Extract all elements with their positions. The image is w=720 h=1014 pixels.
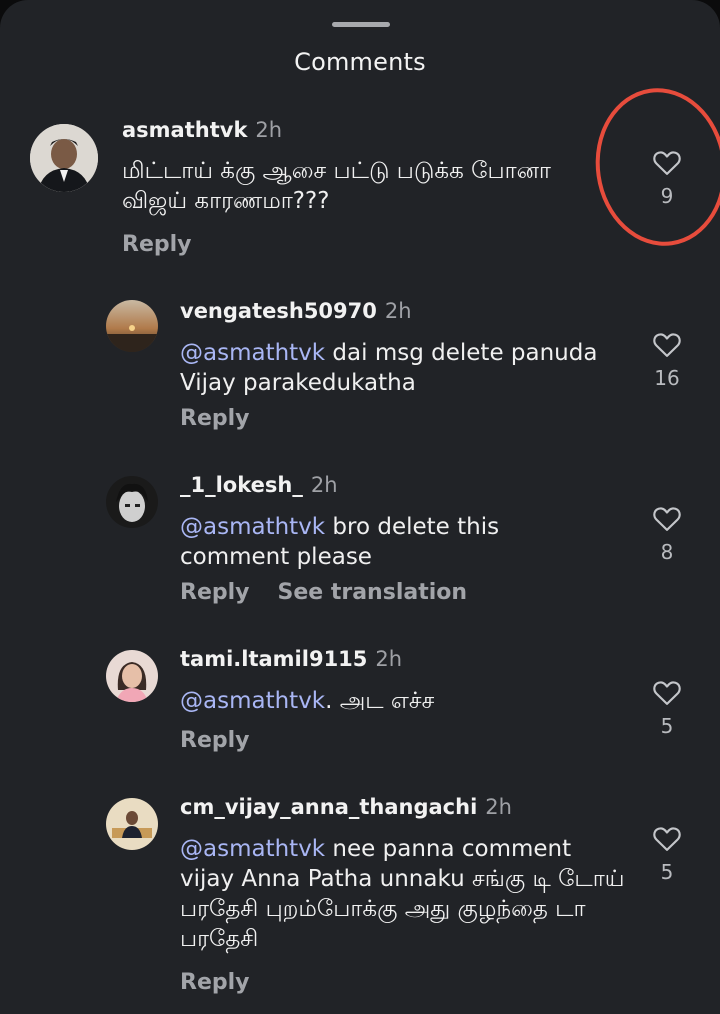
timestamp: 2h [485, 795, 512, 819]
reply-button[interactable]: Reply [180, 406, 250, 431]
comment-actions: Reply [180, 970, 278, 995]
like-control[interactable]: 8 [647, 504, 687, 564]
comments-sheet: Comments asmathtvk 2h மிட்டாய் க்கு ஆசை ப… [0, 0, 720, 1014]
username[interactable]: vengatesh50970 2h [180, 299, 412, 323]
timestamp: 2h [375, 647, 403, 671]
comment-text: @asmathtvk nee panna comment vijay Anna … [180, 834, 630, 954]
see-translation-button[interactable]: See translation [278, 580, 468, 605]
heart-icon[interactable] [652, 824, 682, 852]
heart-icon[interactable] [652, 678, 682, 706]
mention-link[interactable]: @asmathtvk [180, 340, 325, 366]
like-count: 5 [660, 860, 674, 884]
comment-body: . அட எச்ச [325, 688, 435, 714]
drag-handle[interactable] [332, 22, 390, 27]
comment-actions: Reply [122, 232, 220, 257]
avatar[interactable] [106, 476, 158, 528]
like-count: 8 [660, 540, 674, 564]
comment-actions: Reply [180, 406, 278, 431]
reply-button[interactable]: Reply [180, 580, 250, 605]
comment-text: மிட்டாய் க்கு ஆசை பட்டு படுக்க போனா விஜய… [122, 156, 562, 216]
username[interactable]: asmathtvk 2h [122, 118, 282, 142]
comment-text: @asmathtvk dai msg delete panuda Vijay p… [180, 338, 630, 398]
comment-body: மிட்டாய் க்கு ஆசை பட்டு படுக்க போனா விஜய… [122, 158, 551, 214]
comment-text: @asmathtvk bro delete this comment pleas… [180, 512, 580, 572]
like-control[interactable]: 5 [647, 824, 687, 884]
username[interactable]: tami.ltamil9115 2h [180, 647, 402, 671]
avatar[interactable] [106, 798, 158, 850]
comment-actions: Reply See translation [180, 580, 495, 605]
username[interactable]: _1_lokesh_ 2h [180, 473, 338, 497]
like-count: 16 [654, 366, 680, 390]
comment-actions: Reply [180, 728, 278, 753]
reply-button[interactable]: Reply [180, 728, 250, 753]
username[interactable]: cm_vijay_anna_thangachi 2h [180, 795, 512, 819]
avatar[interactable] [106, 300, 158, 352]
highlight-circle [585, 79, 720, 255]
mention-link[interactable]: @asmathtvk [180, 514, 325, 540]
reply-button[interactable]: Reply [180, 970, 250, 995]
like-control[interactable]: 16 [647, 330, 687, 390]
comment-text: @asmathtvk. அட எச்ச [180, 686, 630, 716]
avatar[interactable] [106, 650, 158, 702]
mention-link[interactable]: @asmathtvk [180, 836, 325, 862]
avatar[interactable] [30, 124, 98, 192]
like-count: 5 [660, 714, 674, 738]
reply-button[interactable]: Reply [122, 232, 192, 257]
like-control[interactable]: 5 [647, 678, 687, 738]
timestamp: 2h [255, 118, 283, 142]
timestamp: 2h [310, 473, 338, 497]
timestamp: 2h [384, 299, 412, 323]
heart-icon[interactable] [652, 504, 682, 532]
mention-link[interactable]: @asmathtvk [180, 688, 325, 714]
sheet-title: Comments [294, 48, 426, 76]
heart-icon[interactable] [652, 330, 682, 358]
